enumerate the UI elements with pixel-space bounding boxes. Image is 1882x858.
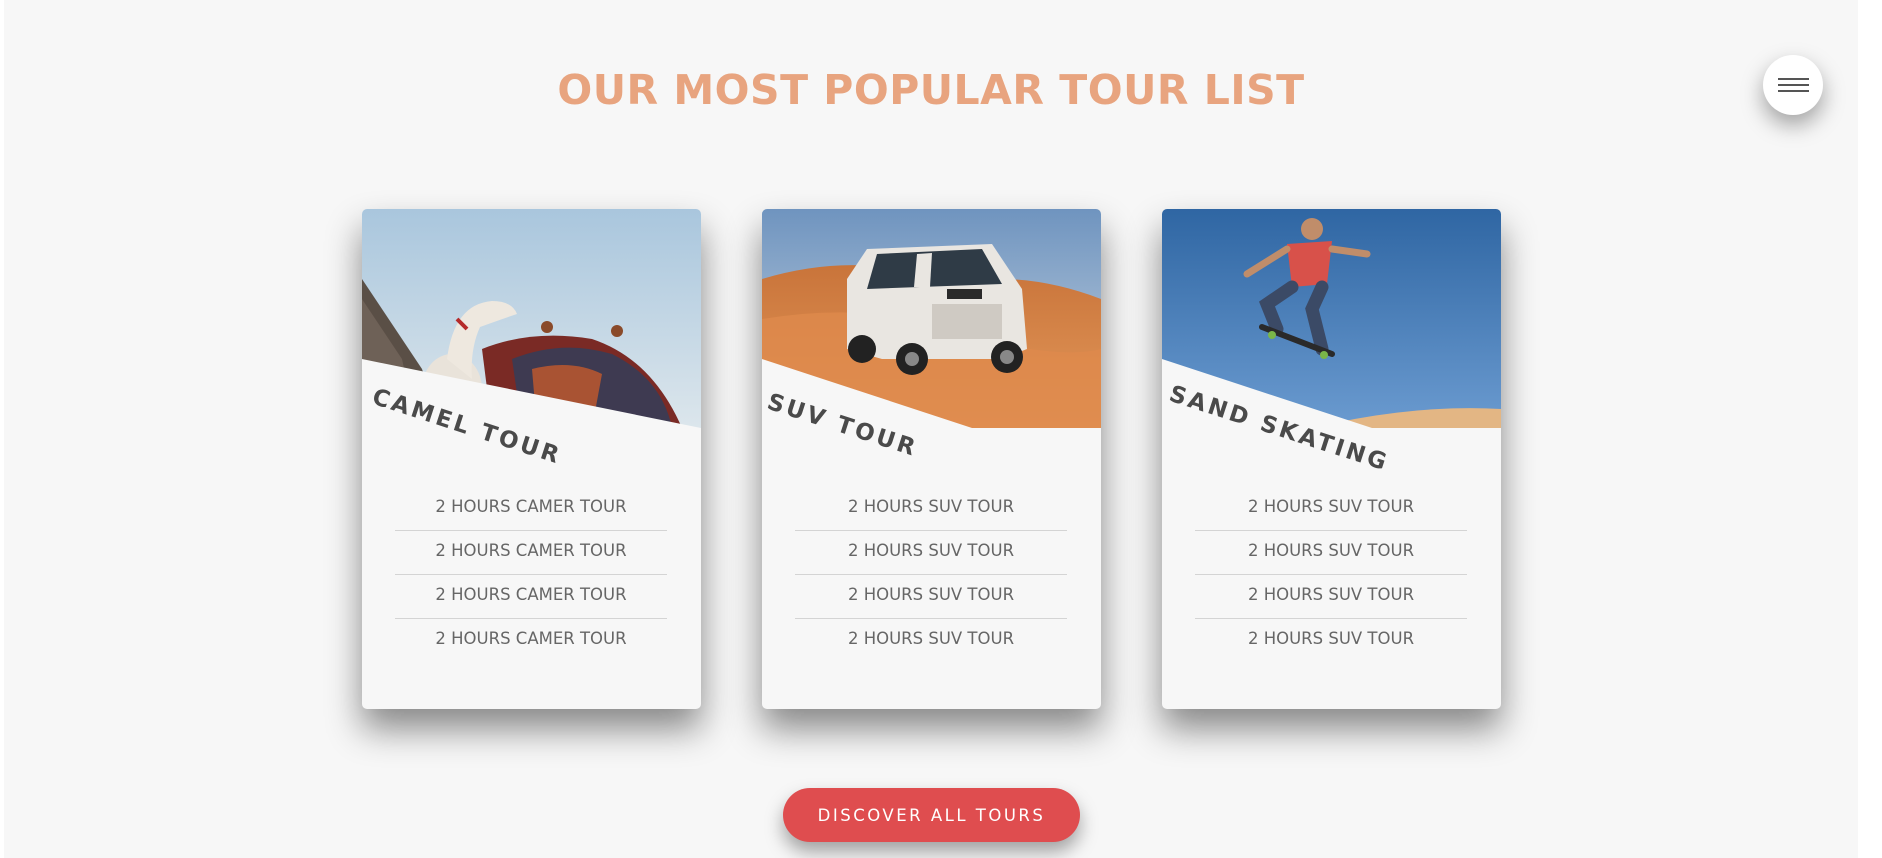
list-item[interactable]: 2 HOURS SUV TOUR — [795, 531, 1067, 575]
page: OUR MOST POPULAR TOUR LIST CAMEL TOUR 2 … — [4, 0, 1858, 858]
list-item[interactable]: 2 HOURS CAMER TOUR — [395, 619, 667, 662]
tour-options-list: 2 HOURS SUV TOUR 2 HOURS SUV TOUR 2 HOUR… — [795, 487, 1067, 662]
page-title: OUR MOST POPULAR TOUR LIST — [557, 66, 1305, 114]
list-item[interactable]: 2 HOURS CAMER TOUR — [395, 575, 667, 619]
list-item[interactable]: 2 HOURS CAMER TOUR — [395, 487, 667, 531]
list-item[interactable]: 2 HOURS SUV TOUR — [1195, 575, 1467, 619]
list-item[interactable]: 2 HOURS SUV TOUR — [1195, 619, 1467, 662]
tour-card-sand-skating[interactable]: SAND SKATING 2 HOURS SUV TOUR 2 HOURS SU… — [1162, 209, 1501, 709]
list-item[interactable]: 2 HOURS SUV TOUR — [1195, 487, 1467, 531]
tour-options-list: 2 HOURS SUV TOUR 2 HOURS SUV TOUR 2 HOUR… — [1195, 487, 1467, 662]
tour-card-camel[interactable]: CAMEL TOUR 2 HOURS CAMER TOUR 2 HOURS CA… — [362, 209, 701, 709]
list-item[interactable]: 2 HOURS CAMER TOUR — [395, 531, 667, 575]
list-item[interactable]: 2 HOURS SUV TOUR — [795, 575, 1067, 619]
list-item[interactable]: 2 HOURS SUV TOUR — [795, 487, 1067, 531]
discover-all-tours-button[interactable]: DISCOVER ALL TOURS — [783, 788, 1080, 842]
list-item[interactable]: 2 HOURS SUV TOUR — [795, 619, 1067, 662]
hamburger-menu-icon — [1777, 74, 1809, 96]
scrollbar-track[interactable] — [1858, 0, 1882, 858]
tour-options-list: 2 HOURS CAMER TOUR 2 HOURS CAMER TOUR 2 … — [395, 487, 667, 662]
tour-card-suv[interactable]: SUV TOUR 2 HOURS SUV TOUR 2 HOURS SUV TO… — [762, 209, 1101, 709]
menu-button[interactable] — [1763, 55, 1823, 115]
list-item[interactable]: 2 HOURS SUV TOUR — [1195, 531, 1467, 575]
suv-in-desert-photo — [762, 209, 1101, 428]
tour-cards: CAMEL TOUR 2 HOURS CAMER TOUR 2 HOURS CA… — [4, 209, 1858, 709]
